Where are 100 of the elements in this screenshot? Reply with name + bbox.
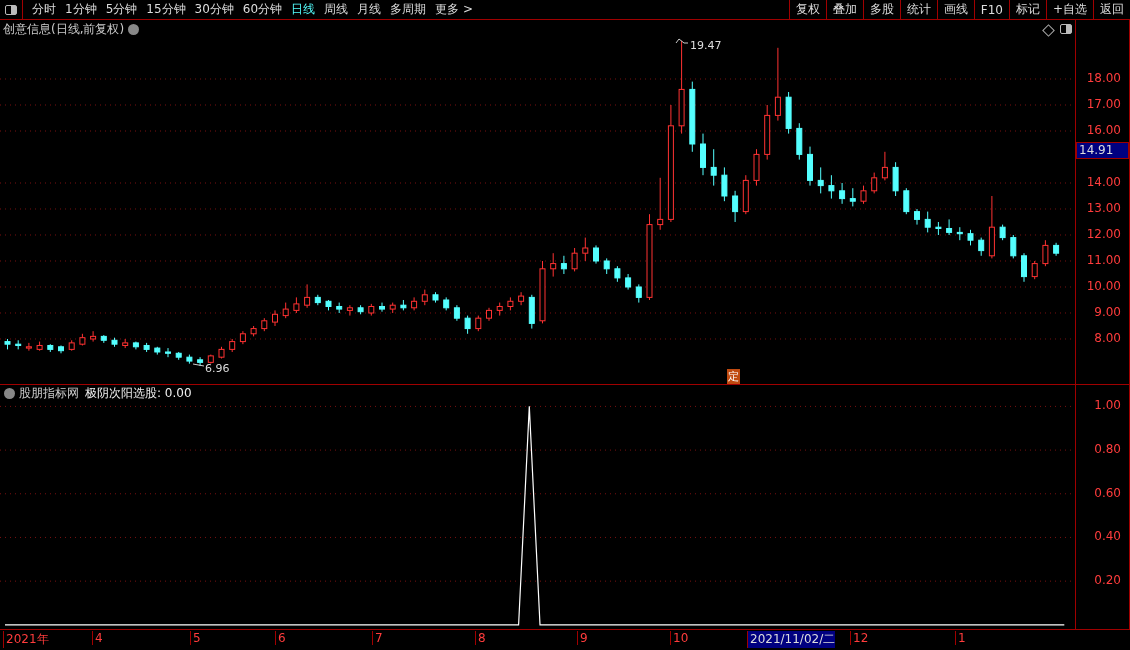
current-price-tag: 14.91 <box>1076 142 1129 159</box>
high-price-label: 19.47 <box>690 39 722 52</box>
candlestick <box>453 304 460 322</box>
candlestick <box>90 330 97 343</box>
candlestick <box>132 341 139 350</box>
candlestick <box>314 294 321 306</box>
candlestick <box>881 151 888 181</box>
candlestick <box>15 339 22 350</box>
period-tab[interactable]: 1分钟 <box>65 1 97 18</box>
date-axis-label: 10 <box>670 631 689 645</box>
candlestick <box>79 333 86 346</box>
period-tab[interactable]: 60分钟 <box>242 1 283 18</box>
candlestick <box>528 294 535 330</box>
event-marker[interactable]: 定 <box>727 369 740 384</box>
candlestick <box>58 345 64 354</box>
candlestick <box>293 296 300 314</box>
candlestick <box>635 283 642 304</box>
period-tab[interactable]: 15分钟 <box>146 1 186 18</box>
candlestick <box>700 133 706 176</box>
candlestick <box>593 244 599 265</box>
candlestick <box>357 304 364 315</box>
candlestick <box>1053 242 1060 257</box>
candlestick <box>346 304 353 317</box>
candlestick <box>197 356 204 367</box>
candlestick <box>988 195 995 259</box>
chart-title: 创意信息(日线,前复权) <box>3 21 125 38</box>
period-tab[interactable]: 日线 <box>291 1 316 18</box>
candlestick <box>871 172 878 194</box>
candlestick <box>999 224 1006 241</box>
candlestick <box>924 211 931 233</box>
candlestick <box>849 187 856 207</box>
candlestick <box>710 148 717 187</box>
candlestick <box>518 291 525 306</box>
date-axis-label: 12 <box>850 631 869 645</box>
candlestick <box>817 166 824 194</box>
date-axis-label: 1 <box>955 631 966 645</box>
panel-toggle-icon[interactable] <box>1060 23 1072 35</box>
candlestick <box>742 174 749 215</box>
candlestick <box>946 218 953 236</box>
candlestick <box>1042 239 1049 267</box>
candlestick <box>967 229 974 246</box>
candlestick <box>68 339 75 352</box>
dropdown-icon[interactable] <box>128 24 140 35</box>
candlestick <box>4 338 11 350</box>
indicator-axis-label: 0.40 <box>1094 529 1121 544</box>
dropdown-icon[interactable] <box>4 388 15 399</box>
period-tab[interactable]: 5分钟 <box>105 1 138 18</box>
candlestick <box>978 237 985 257</box>
price-axis-label: 10.00 <box>1086 279 1121 293</box>
candlestick <box>379 302 385 313</box>
more-menu[interactable]: 更多 > <box>435 1 473 18</box>
candlestick <box>625 273 632 291</box>
candlestick <box>603 257 610 275</box>
candlestick <box>657 177 664 231</box>
candlestick <box>753 148 760 187</box>
period-tab[interactable]: 月线 <box>357 1 382 18</box>
candlestick <box>250 325 257 337</box>
candlestick <box>796 122 803 161</box>
candlestick <box>432 291 439 304</box>
period-tab[interactable]: 分时 <box>32 1 56 18</box>
candlestick <box>304 283 311 309</box>
candlestick <box>496 302 503 317</box>
candlestick <box>807 146 813 187</box>
candlestick <box>175 351 182 361</box>
candlestick <box>1010 234 1017 259</box>
candlestick <box>25 342 32 352</box>
candlestick <box>325 299 332 311</box>
price-axis-label: 9.00 <box>1094 305 1121 319</box>
candlestick <box>839 182 846 205</box>
indicator-value: 极阴次阳选股: 0.00 <box>85 385 192 402</box>
date-axis-label: 6 <box>275 631 286 645</box>
date-axis-label: 2021/11/02/二 <box>747 631 836 648</box>
candlestick <box>486 307 492 322</box>
price-axis-label: 12.00 <box>1086 227 1121 241</box>
indicator-axis-label: 0.20 <box>1094 573 1121 588</box>
period-tab[interactable]: 30分钟 <box>194 1 234 18</box>
candlestick <box>1031 260 1038 280</box>
candlestick <box>389 302 396 314</box>
candlestick <box>560 255 567 275</box>
candlestick <box>539 260 546 324</box>
candlestick <box>956 226 963 241</box>
candlestick <box>111 337 118 348</box>
price-axis-label: 8.00 <box>1094 331 1121 345</box>
price-axis-label: 16.00 <box>1086 123 1121 137</box>
candlestick <box>100 334 107 344</box>
candlestick <box>272 309 278 327</box>
candlestick <box>785 91 792 135</box>
candlestick <box>400 299 407 311</box>
candlestick <box>207 354 214 365</box>
price-axis-label: 18.00 <box>1086 71 1121 85</box>
price-axis-label: 13.00 <box>1086 201 1121 215</box>
candlestick <box>828 174 835 200</box>
date-axis-label: 2021年 <box>3 631 49 648</box>
candlestick <box>165 347 171 358</box>
period-tab[interactable]: 多周期 <box>390 1 427 18</box>
date-axis-label: 9 <box>577 631 588 645</box>
candlestick <box>689 81 696 153</box>
candlestick <box>860 185 867 205</box>
period-tab[interactable]: 周线 <box>324 1 349 18</box>
date-axis-label: 4 <box>92 631 103 645</box>
